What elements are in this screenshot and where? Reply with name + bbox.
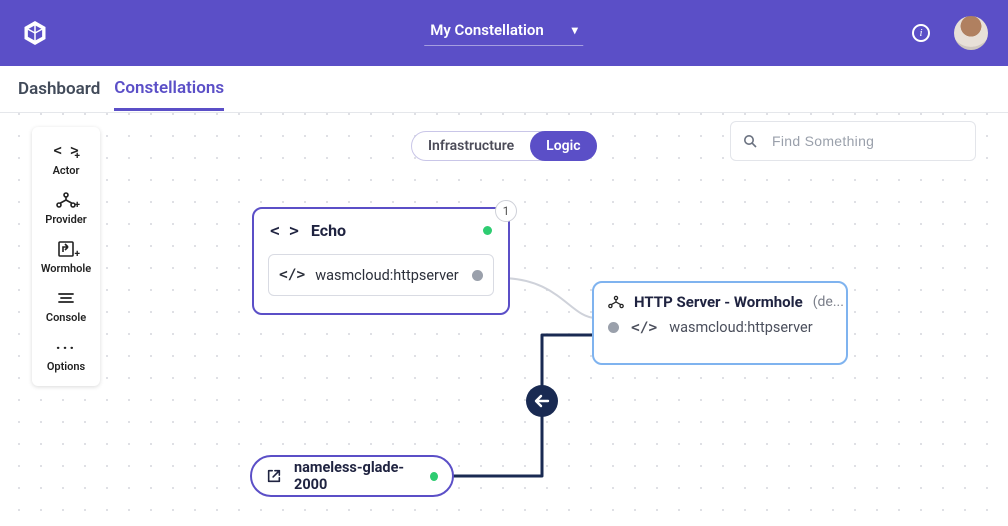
- palette-console[interactable]: Console: [32, 282, 100, 331]
- palette-label: Provider: [45, 213, 86, 226]
- more-icon: ···: [54, 336, 78, 358]
- canvas[interactable]: < > + Actor + Provider + Wormhole Consol…: [0, 113, 1008, 526]
- status-dot-running: [430, 472, 438, 481]
- connectors: [0, 113, 1008, 526]
- host-name: nameless-glade-2000: [294, 459, 414, 493]
- palette-label: Options: [47, 360, 85, 373]
- mode-logic[interactable]: Logic: [530, 131, 596, 161]
- palette-options[interactable]: ··· Options: [32, 331, 100, 380]
- constellation-selector[interactable]: My Constellation ▾: [424, 21, 583, 46]
- palette-label: Actor: [53, 164, 80, 177]
- user-avatar[interactable]: [954, 16, 988, 50]
- palette-label: Console: [46, 311, 86, 324]
- node-title: HTTP Server - Wormhole: [634, 293, 803, 311]
- host-node[interactable]: nameless-glade-2000: [250, 455, 454, 497]
- app-logo: [20, 18, 50, 48]
- search-box[interactable]: [730, 121, 976, 161]
- link-handle[interactable]: [608, 322, 619, 333]
- palette-actor[interactable]: < > + Actor: [32, 135, 100, 184]
- app-header: My Constellation ▾ i: [0, 0, 1008, 66]
- link-handle[interactable]: [472, 270, 483, 281]
- code-icon: </>: [279, 267, 305, 283]
- palette-label: Wormhole: [41, 262, 91, 275]
- instance-count-badge: 1: [495, 200, 517, 222]
- main-tabs: Dashboard Constellations: [0, 66, 1008, 113]
- actor-icon: < >: [270, 221, 299, 240]
- provider-icon: +: [54, 189, 78, 211]
- search-input[interactable]: [770, 132, 963, 150]
- provider-node-http-server[interactable]: HTTP Server - Wormhole (de... </> wasmcl…: [592, 281, 848, 365]
- search-icon: [743, 134, 758, 149]
- node-detail: (de...: [813, 294, 844, 310]
- contract-slot[interactable]: </> wasmcloud:httpserver: [268, 254, 494, 296]
- wormhole-icon: +: [54, 238, 78, 260]
- external-link-icon: [266, 468, 282, 484]
- constellation-name: My Constellation: [430, 21, 543, 39]
- palette-wormhole[interactable]: + Wormhole: [32, 233, 100, 282]
- node-title: Echo: [311, 221, 346, 240]
- actor-icon: < > +: [54, 140, 78, 162]
- chevron-down-icon: ▾: [572, 23, 578, 37]
- actor-node-echo[interactable]: 1 < > Echo </> wasmcloud:httpserver: [252, 207, 510, 315]
- status-dot-running: [483, 226, 492, 235]
- palette: < > + Actor + Provider + Wormhole Consol…: [32, 127, 100, 386]
- code-icon: </>: [631, 320, 657, 336]
- tab-dashboard[interactable]: Dashboard: [18, 69, 100, 109]
- mode-infrastructure[interactable]: Infrastructure: [412, 132, 530, 160]
- link-direction-button[interactable]: [526, 385, 558, 417]
- contract-id: wasmcloud:httpserver: [315, 267, 458, 284]
- contract-id: wasmcloud:httpserver: [669, 319, 812, 336]
- provider-icon: [608, 295, 624, 309]
- palette-provider[interactable]: + Provider: [32, 184, 100, 233]
- view-mode-toggle: Infrastructure Logic: [411, 131, 597, 161]
- info-icon[interactable]: i: [912, 24, 930, 42]
- tab-constellations[interactable]: Constellations: [114, 68, 224, 111]
- console-icon: [54, 287, 78, 309]
